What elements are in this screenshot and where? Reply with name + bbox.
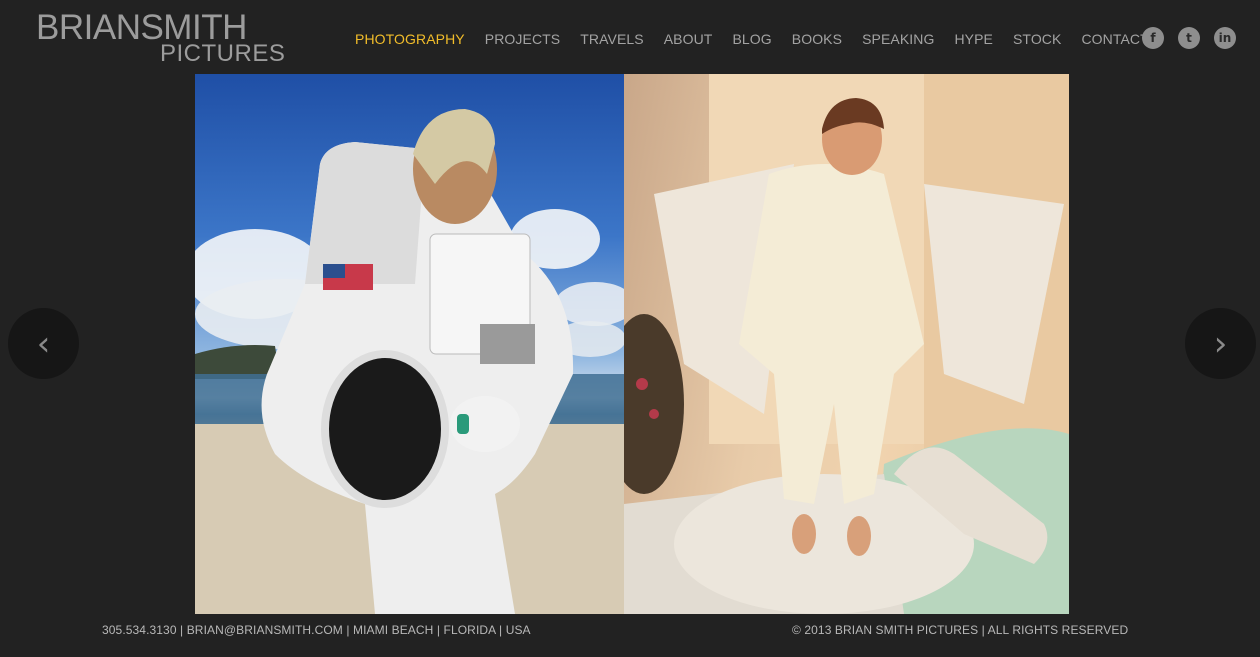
footer-separator: | (342, 623, 353, 637)
photo-white-suit-illustration (624, 74, 1069, 614)
nav-item-books: BOOKS (792, 29, 842, 49)
nav-item-hype: HYPE (954, 29, 993, 49)
footer-separator: | (433, 623, 444, 637)
photo-white-suit-eagle (624, 74, 1069, 614)
next-slide-button[interactable]: › (1185, 308, 1256, 379)
nav-item-about: ABOUT (664, 29, 713, 49)
footer-contact: 305.534.3130 | BRIAN@BRIANSMITH.COM | MI… (102, 622, 531, 638)
nav-link-projects[interactable]: PROJECTS (485, 29, 560, 49)
nav-link-contact[interactable]: CONTACT (1081, 29, 1148, 49)
photo-spacesuit-beach (195, 74, 624, 614)
nav-item-blog: BLOG (732, 29, 771, 49)
nav-link-stock[interactable]: STOCK (1013, 29, 1061, 49)
nav-link-hype[interactable]: HYPE (954, 29, 993, 49)
nav-item-speaking: SPEAKING (862, 29, 934, 49)
brand-logo[interactable]: BRIANSMITH PICTURES (36, 10, 286, 66)
footer-separator: | (495, 623, 506, 637)
footer-city: MIAMI BEACH (353, 623, 434, 637)
footer-state: FLORIDA (443, 623, 496, 637)
main-nav: PHOTOGRAPHY PROJECTS TRAVELS ABOUT BLOG … (355, 29, 1149, 49)
chevron-left-icon: ‹ (36, 323, 51, 364)
chevron-right-icon: › (1213, 323, 1228, 364)
social-links: f t in (1142, 27, 1236, 49)
nav-link-blog[interactable]: BLOG (732, 29, 771, 49)
footer-separator: | (176, 623, 187, 637)
facebook-icon[interactable]: f (1142, 27, 1164, 49)
brand-subtitle: PICTURES (160, 40, 286, 67)
nav-link-books[interactable]: BOOKS (792, 29, 842, 49)
linkedin-icon[interactable]: in (1214, 27, 1236, 49)
nav-item-photography: PHOTOGRAPHY (355, 29, 465, 49)
footer-country: USA (505, 623, 531, 637)
page: BRIANSMITH PICTURES PHOTOGRAPHY PROJECTS… (0, 0, 1260, 657)
nav-item-travels: TRAVELS (580, 29, 643, 49)
nav-link-speaking[interactable]: SPEAKING (862, 29, 934, 49)
nav-link-travels[interactable]: TRAVELS (580, 29, 643, 49)
photo-spacesuit-illustration (195, 109, 624, 614)
slideshow-image (195, 74, 1069, 614)
footer-copyright: © 2013 BRIAN SMITH PICTURES | ALL RIGHTS… (792, 623, 1129, 637)
nav-link-photography[interactable]: PHOTOGRAPHY (355, 29, 465, 49)
nav-item-contact: CONTACT (1081, 29, 1148, 49)
previous-slide-button[interactable]: ‹ (8, 308, 79, 379)
nav-item-stock: STOCK (1013, 29, 1061, 49)
footer-email-link[interactable]: BRIAN@BRIANSMITH.COM (187, 623, 343, 637)
footer-phone: 305.534.3130 (102, 623, 177, 637)
nav-link-about[interactable]: ABOUT (664, 29, 713, 49)
twitter-icon[interactable]: t (1178, 27, 1200, 49)
nav-item-projects: PROJECTS (485, 29, 560, 49)
